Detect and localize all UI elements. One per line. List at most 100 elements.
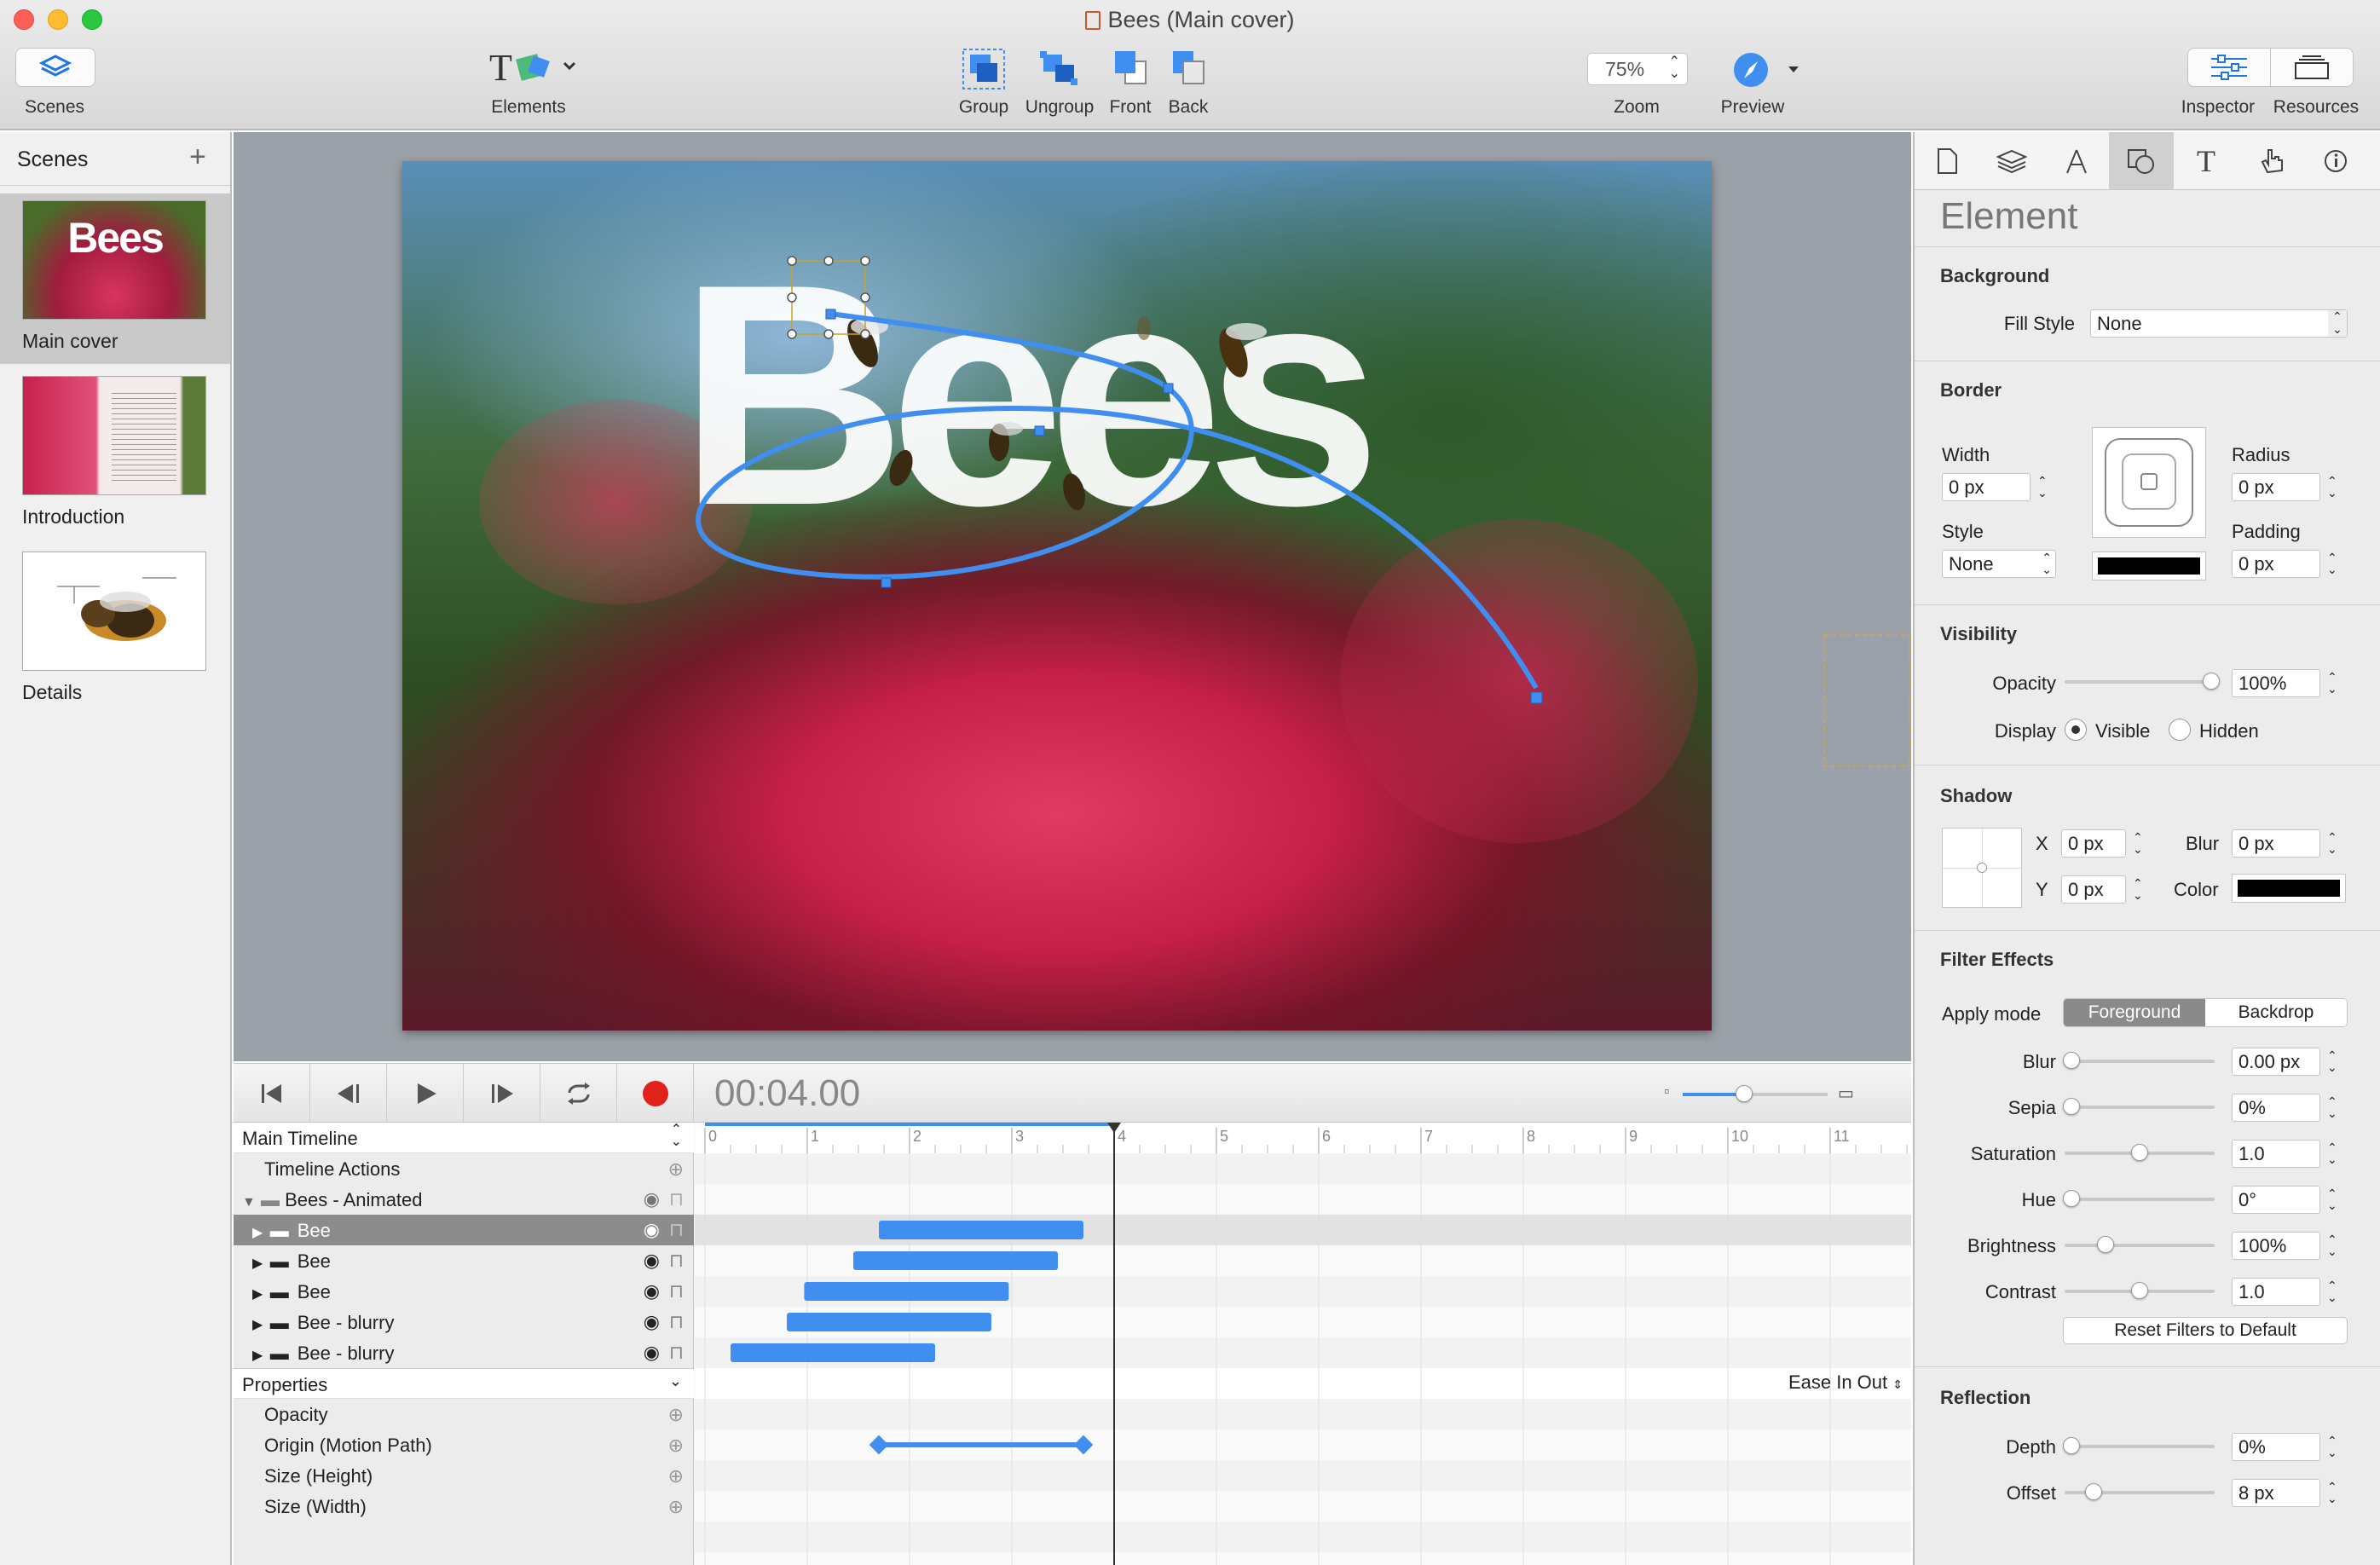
disclosure-closed-icon[interactable]: ▶ bbox=[252, 1318, 267, 1332]
properties-header[interactable]: Properties ⌄ bbox=[234, 1368, 694, 1399]
padding-field[interactable]: 0 px bbox=[2232, 550, 2320, 578]
reflection-depth-slider[interactable] bbox=[2065, 1445, 2215, 1448]
stepper-icon[interactable]: ⌃ ⌄ bbox=[2327, 1049, 2337, 1073]
filter-slider[interactable] bbox=[2065, 1244, 2215, 1247]
add-keyframe-icon[interactable]: ⊕ bbox=[668, 1465, 684, 1487]
filter-knob[interactable] bbox=[2097, 1236, 2114, 1253]
stepper-icon[interactable]: ⌃ ⌄ bbox=[2327, 1141, 2337, 1165]
filter-value-field[interactable]: 0° bbox=[2232, 1186, 2320, 1214]
border-width-field[interactable]: 0 px bbox=[1942, 473, 2031, 501]
layer-animation-bar[interactable] bbox=[804, 1282, 1009, 1301]
reflection-offset-field[interactable]: 8 px bbox=[2232, 1479, 2320, 1507]
opacity-slider[interactable] bbox=[2065, 680, 2215, 684]
stepper-icon[interactable]: ⌃ ⌄ bbox=[2327, 552, 2337, 575]
lock-icon[interactable]: ⊓ bbox=[669, 1311, 684, 1333]
eye-icon[interactable]: ◉ bbox=[644, 1250, 660, 1272]
layer-row[interactable]: ▶ ▬ Bee ◉ ⊓ bbox=[234, 1215, 694, 1245]
group-row[interactable]: ▼ ▬ Bees - Animated ◉ ⊓ bbox=[234, 1184, 694, 1215]
tab-metrics[interactable] bbox=[2044, 132, 2109, 189]
filter-value-field[interactable]: 0.00 px bbox=[2232, 1048, 2320, 1076]
offstage-element-outline[interactable] bbox=[1823, 634, 1910, 767]
hidden-radio[interactable] bbox=[2169, 719, 2191, 741]
shadow-x-field[interactable]: 0 px bbox=[2061, 829, 2126, 858]
path-handles[interactable] bbox=[825, 309, 1543, 704]
filter-value-field[interactable]: 1.0 bbox=[2232, 1278, 2320, 1306]
filter-knob[interactable] bbox=[2131, 1282, 2148, 1299]
timeline-tracks[interactable]: 0 1 2 3 4 5 6 7 8 9 10 11 Ease In Out ⇕ bbox=[695, 1123, 1911, 1565]
scene-item-details[interactable]: Details bbox=[0, 552, 230, 713]
disclosure-closed-icon[interactable]: ▶ bbox=[252, 1256, 267, 1271]
filter-slider[interactable] bbox=[2065, 1106, 2215, 1109]
stepper-icon[interactable]: ⌃ ⌄ bbox=[2327, 671, 2337, 695]
opacity-field[interactable]: 100% bbox=[2232, 669, 2320, 697]
record-button[interactable] bbox=[617, 1064, 694, 1123]
tab-typography[interactable]: T bbox=[2174, 132, 2238, 189]
stepper-icon[interactable]: ⌃ ⌄ bbox=[2133, 831, 2143, 855]
visible-radio[interactable] bbox=[2065, 719, 2087, 741]
property-row[interactable]: Opacity ⊕ bbox=[234, 1399, 694, 1429]
depth-knob[interactable] bbox=[2063, 1437, 2080, 1454]
tab-element[interactable] bbox=[2109, 132, 2174, 189]
timeline-zoom-slider[interactable]: ▫ ▭ bbox=[1664, 1083, 1860, 1103]
filter-knob[interactable] bbox=[2131, 1144, 2148, 1161]
stepper-icon[interactable]: ⌃ ⌄ bbox=[2327, 831, 2337, 855]
filter-knob[interactable] bbox=[2063, 1052, 2080, 1069]
add-keyframe-icon[interactable]: ⊕ bbox=[668, 1435, 684, 1457]
disclosure-closed-icon[interactable]: ▶ bbox=[252, 1348, 267, 1363]
front-button[interactable] bbox=[1113, 49, 1147, 87]
stepper-icon[interactable]: ⌃ ⌄ bbox=[2327, 1233, 2337, 1257]
lock-icon[interactable]: ⊓ bbox=[669, 1342, 684, 1364]
go-to-start-button[interactable] bbox=[234, 1064, 310, 1123]
layer-animation-bar[interactable] bbox=[731, 1343, 935, 1362]
timeline-actions-row[interactable]: Timeline Actions ⊕ bbox=[234, 1153, 694, 1184]
backdrop-segment[interactable]: Backdrop bbox=[2205, 999, 2347, 1026]
layer-row[interactable]: ▶ ▬ Bee ◉ ⊓ bbox=[234, 1276, 694, 1307]
filter-value-field[interactable]: 100% bbox=[2232, 1232, 2320, 1260]
layer-row[interactable]: ▶ ▬ Bee - blurry ◉ ⊓ bbox=[234, 1337, 694, 1368]
loop-button[interactable] bbox=[540, 1064, 617, 1123]
tab-document[interactable] bbox=[1915, 132, 1979, 189]
stepper-icon[interactable]: ⌃ ⌄ bbox=[2037, 475, 2048, 499]
back-button[interactable] bbox=[1171, 49, 1205, 87]
filter-slider[interactable] bbox=[2065, 1198, 2215, 1201]
resources-toggle-button[interactable] bbox=[2270, 48, 2354, 87]
layer-row[interactable]: ▶ ▬ Bee ◉ ⊓ bbox=[234, 1245, 694, 1276]
opacity-knob[interactable] bbox=[2203, 673, 2220, 690]
selection-box[interactable] bbox=[791, 260, 866, 335]
stepper-icon[interactable]: ⌃ ⌄ bbox=[2327, 1481, 2337, 1504]
canvas-area[interactable]: Bees bbox=[234, 132, 1911, 1061]
stepper-icon[interactable]: ⌃ ⌄ bbox=[2327, 1279, 2337, 1303]
property-row[interactable]: Origin (Motion Path) ⊕ bbox=[234, 1429, 694, 1460]
eye-icon[interactable]: ◉ bbox=[644, 1311, 660, 1333]
layer-animation-bar[interactable] bbox=[787, 1313, 991, 1331]
reset-filters-button[interactable]: Reset Filters to Default bbox=[2063, 1317, 2348, 1344]
eye-icon[interactable]: ◉ bbox=[644, 1188, 660, 1210]
ungroup-button[interactable] bbox=[1038, 49, 1081, 89]
eye-icon[interactable]: ◉ bbox=[644, 1280, 660, 1302]
disclosure-closed-icon[interactable]: ▶ bbox=[252, 1226, 267, 1240]
preview-button[interactable] bbox=[1732, 51, 1800, 89]
lock-icon[interactable]: ⊓ bbox=[669, 1250, 684, 1272]
shadow-offset-picker[interactable] bbox=[1942, 828, 2022, 908]
layer-row[interactable]: ▶ ▬ Bee - blurry ◉ ⊓ bbox=[234, 1307, 694, 1337]
zoom-field[interactable]: 75% ⌃ ⌄ bbox=[1587, 53, 1688, 85]
lock-icon[interactable]: ⊓ bbox=[669, 1219, 684, 1241]
stepper-icon[interactable]: ⌃ ⌄ bbox=[2133, 877, 2143, 901]
add-keyframe-icon[interactable]: ⊕ bbox=[668, 1404, 684, 1426]
easing-select[interactable]: Ease In Out ⇕ bbox=[1788, 1372, 1903, 1394]
eye-icon[interactable]: ◉ bbox=[644, 1219, 660, 1241]
tab-identity[interactable] bbox=[2303, 132, 2368, 189]
main-timeline-select[interactable]: Main Timeline ⌃ ⌄ bbox=[234, 1123, 694, 1153]
group-button[interactable] bbox=[962, 48, 1006, 90]
add-keyframe-icon[interactable]: ⊕ bbox=[668, 1496, 684, 1518]
filter-slider[interactable] bbox=[2065, 1060, 2215, 1063]
lock-icon[interactable]: ⊓ bbox=[669, 1188, 684, 1210]
fill-style-select[interactable]: None ⌃ ⌄ bbox=[2090, 309, 2348, 338]
elements-button[interactable]: T bbox=[486, 46, 580, 89]
stepper-icon[interactable]: ⌃ ⌄ bbox=[2327, 1187, 2337, 1211]
tab-scene[interactable] bbox=[1979, 132, 2044, 189]
reflection-depth-field[interactable]: 0% bbox=[2232, 1433, 2320, 1461]
stepper-icon[interactable]: ⌃ ⌄ bbox=[2327, 1095, 2337, 1119]
motion-path[interactable] bbox=[696, 311, 1539, 690]
slider-knob[interactable] bbox=[1736, 1085, 1753, 1102]
